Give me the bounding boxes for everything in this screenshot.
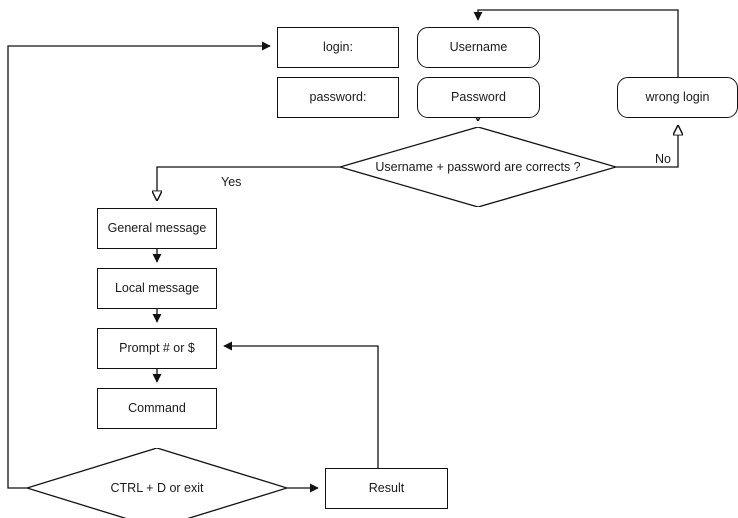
edge-decision-yes-to-general [157,166,340,200]
node-local-message-label: Local message [114,281,200,295]
node-password-prompt-label: password: [309,90,367,104]
edge-label-no: No [655,152,671,166]
node-password-prompt[interactable]: password: [277,77,399,118]
decision-exit-check[interactable]: CTRL + D or exit [27,448,287,518]
edge-label-yes: Yes [221,175,242,189]
node-result-label: Result [368,481,405,495]
node-wrong-login[interactable]: wrong login [617,77,738,118]
decision-credentials-label: Username + password are corrects ? [375,160,581,174]
node-command[interactable]: Command [97,388,217,429]
decision-credentials-check[interactable]: Username + password are corrects ? [340,127,616,207]
node-username-input[interactable]: Username [417,27,540,68]
node-prompt-symbol-label: Prompt # or $ [119,341,195,355]
node-password-input[interactable]: Password [417,77,540,118]
decision-exit-label: CTRL + D or exit [110,481,204,495]
node-login-prompt[interactable]: login: [277,27,399,68]
node-login-prompt-label: login: [323,40,353,54]
node-general-message[interactable]: General message [97,208,217,249]
flowchart-canvas: login: password: Username Password wrong… [0,0,738,518]
node-prompt-symbol[interactable]: Prompt # or $ [97,328,217,369]
node-password-input-label: Password [451,90,506,104]
node-username-input-label: Username [449,40,508,54]
node-general-message-label: General message [107,221,207,235]
node-local-message[interactable]: Local message [97,268,217,309]
node-wrong-login-label: wrong login [645,90,710,104]
node-result[interactable]: Result [325,468,448,509]
node-command-label: Command [128,401,186,415]
